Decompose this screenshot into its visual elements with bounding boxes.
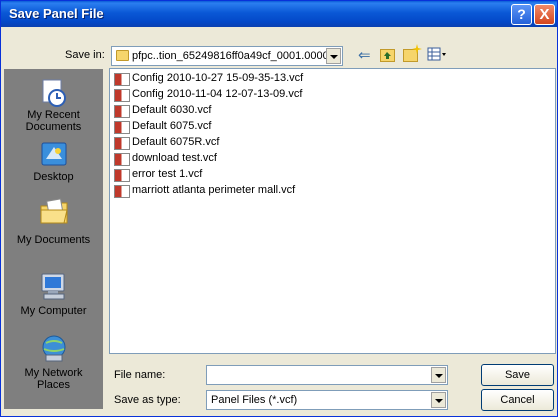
file-name: Default 6075R.vcf [132,136,220,148]
save-as-type-value: Panel Files (*.vcf) [211,394,298,406]
save-in-value: pfpc..tion_65249816ff0a49cf_0001.0000_62… [132,50,332,62]
place-desktop[interactable]: Desktop [4,139,103,183]
place-my-documents[interactable]: My Documents [4,196,103,246]
recent-documents-icon [38,77,70,109]
save-in-label: Save in: [65,49,105,61]
desktop-icon [38,139,70,171]
place-label: My Documents [16,234,91,246]
file-list[interactable]: Config 2010-10-27 15-09-35-13.vcf Config… [109,68,556,354]
save-in-combo[interactable]: pfpc..tion_65249816ff0a49cf_0001.0000_62… [111,46,343,66]
file-name: Config 2010-10-27 15-09-35-13.vcf [132,72,304,84]
chevron-down-icon[interactable] [326,48,341,64]
vcf-file-icon [114,137,130,150]
place-label: My Recent Documents [25,109,82,133]
cancel-button[interactable]: Cancel [481,389,554,411]
back-icon[interactable]: ⇐ [358,47,371,63]
place-my-computer[interactable]: My Computer [4,271,103,317]
up-folder-icon[interactable] [380,49,395,62]
save-as-type-select[interactable]: Panel Files (*.vcf) [206,390,448,410]
sparkle-icon [412,44,422,54]
place-label: Desktop [33,171,74,183]
new-folder-icon[interactable] [403,44,422,62]
file-name: Default 6030.vcf [132,104,212,116]
my-documents-icon [38,196,70,228]
vcf-file-icon [114,89,130,102]
file-name: error test 1.vcf [132,168,203,180]
place-my-recent-documents[interactable]: My Recent Documents [4,77,103,133]
file-name-label: File name: [114,369,166,381]
up-arrow-icon [384,52,391,59]
title-bar[interactable]: Save Panel File ? X [1,1,557,27]
file-name-combo[interactable] [206,365,448,385]
close-button[interactable]: X [534,4,555,25]
save-dialog: Save Panel File ? X Save in: pfpc..tion_… [0,0,558,417]
network-places-icon [38,333,70,365]
file-name: Default 6075.vcf [132,120,212,132]
file-name: download test.vcf [132,152,217,164]
place-label: My Network Places [24,367,83,391]
vcf-file-icon [114,121,130,134]
chevron-down-icon[interactable] [431,367,446,383]
view-grid-icon [427,47,446,61]
chevron-down-icon[interactable] [431,392,446,408]
my-computer-icon [38,271,70,303]
place-label: My Computer [20,305,87,317]
vcf-file-icon [114,73,130,86]
view-menu-icon[interactable] [427,47,449,63]
vcf-file-icon [114,153,130,166]
folder-icon [116,50,129,61]
vcf-file-icon [114,169,130,182]
help-button[interactable]: ? [511,4,532,25]
file-name: marriott atlanta perimeter mall.vcf [132,184,296,196]
window-title: Save Panel File [9,6,104,21]
save-button[interactable]: Save [481,364,554,386]
file-name: Config 2010-11-04 12-07-13-09.vcf [132,88,303,100]
places-bar: My Recent Documents Desktop My Documents… [4,69,103,409]
vcf-file-icon [114,105,130,118]
save-as-type-label: Save as type: [114,394,181,406]
place-my-network-places[interactable]: My Network Places [4,333,103,391]
vcf-file-icon [114,185,130,198]
